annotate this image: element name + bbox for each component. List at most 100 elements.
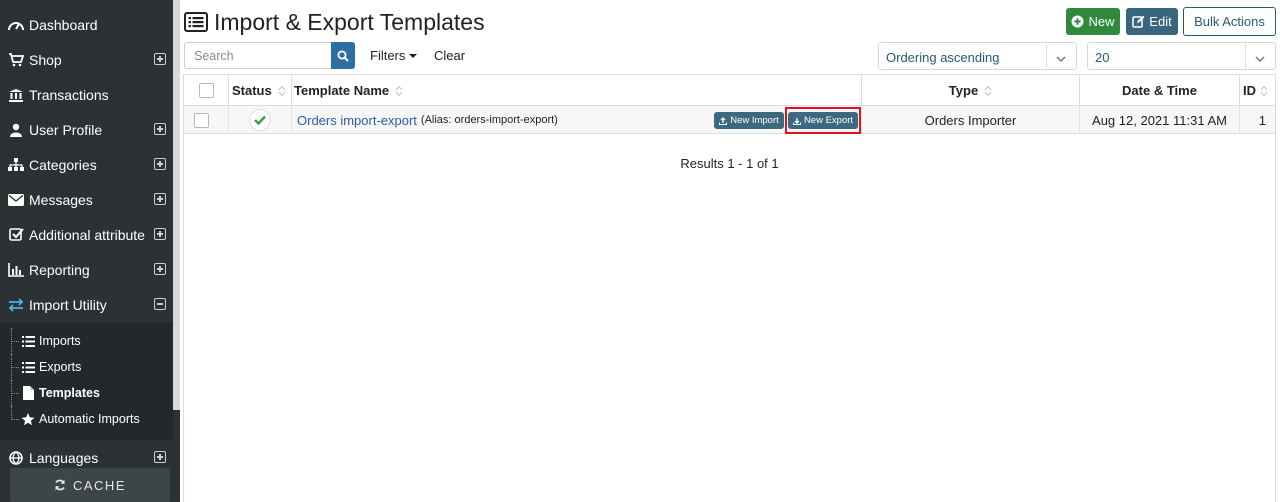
bank-icon: [7, 87, 25, 103]
select-all-cell: [184, 75, 229, 106]
sidebar-item-label: Languages: [29, 449, 99, 466]
date-time-cell: Aug 12, 2021 11:31 AM: [1080, 106, 1240, 134]
column-header-type[interactable]: Type: [862, 75, 1080, 106]
sort-icon: [278, 85, 286, 97]
column-header-status[interactable]: Status: [229, 75, 292, 106]
edit-button[interactable]: Edit: [1126, 8, 1178, 35]
sitemap-icon: [7, 157, 25, 173]
sidebar-item-label: Reporting: [29, 261, 90, 278]
check-square-icon: [7, 227, 25, 243]
page-title: Import & Export Templates: [184, 8, 485, 36]
plus-circle-icon: [1071, 15, 1084, 28]
chevron-down-icon: [1255, 51, 1265, 66]
new-button[interactable]: New: [1066, 8, 1120, 35]
search-input[interactable]: [184, 42, 331, 69]
row-select-cell: [184, 106, 229, 134]
list-icon: [21, 334, 35, 348]
sidebar: Dashboard Shop Transactions User Profile…: [0, 0, 180, 502]
expand-icon[interactable]: [154, 158, 166, 170]
sidebar-item-transactions[interactable]: Transactions: [0, 77, 173, 112]
sidebar-subitem-label: Exports: [39, 360, 82, 374]
check-icon: [254, 115, 266, 125]
file-icon: [21, 386, 35, 400]
dashboard-icon: [7, 17, 25, 33]
sort-icon: [1260, 85, 1268, 97]
sidebar-item-label: Categories: [29, 156, 97, 173]
sidebar-subitem-label: Imports: [39, 334, 81, 348]
import-utility-submenu: Imports Exports Templates Automatic Impo…: [0, 322, 173, 440]
sidebar-item-import-utility[interactable]: Import Utility: [0, 287, 173, 322]
published-status-button[interactable]: [249, 109, 271, 131]
template-alias: (Alias: orders-import-export): [420, 114, 558, 126]
expand-icon[interactable]: [154, 263, 166, 275]
sidebar-item-categories[interactable]: Categories: [0, 147, 173, 182]
cache-button[interactable]: CACHE: [10, 468, 170, 502]
sidebar-item-label: Dashboard: [29, 16, 98, 33]
exchange-icon: [7, 297, 25, 313]
sidebar-item-label: Additional attribute: [29, 226, 145, 243]
sidebar-subitem-label: Automatic Imports: [39, 412, 140, 426]
status-cell: [229, 106, 292, 134]
sidebar-item-user-profile[interactable]: User Profile: [0, 112, 173, 147]
clear-button[interactable]: Clear: [434, 48, 465, 63]
collapse-icon[interactable]: [154, 298, 166, 310]
new-button-label: New: [1088, 14, 1115, 29]
sidebar-item-label: Transactions: [29, 86, 109, 103]
column-header-label: Template Name: [294, 83, 390, 98]
limit-select[interactable]: 20: [1087, 42, 1276, 70]
bar-chart-icon: [7, 262, 25, 278]
search-button[interactable]: [331, 42, 355, 69]
sidebar-subitem-templates[interactable]: Templates: [0, 380, 173, 406]
sidebar-subitem-automatic-imports[interactable]: Automatic Imports: [0, 406, 173, 432]
column-header-label: Status: [232, 83, 272, 98]
limit-select-value: 20: [1095, 50, 1110, 65]
caret-down-icon: [409, 53, 418, 58]
list-alt-icon: [184, 12, 208, 32]
page-title-text: Import & Export Templates: [214, 8, 485, 35]
sidebar-item-dashboard[interactable]: Dashboard: [0, 7, 173, 42]
new-import-label: New Import: [730, 115, 779, 126]
table-header: Status Template Name Type Date & Time ID: [184, 75, 1275, 106]
expand-icon[interactable]: [154, 451, 166, 463]
sidebar-subitem-label: Templates: [39, 386, 100, 400]
type-cell: Orders Importer: [862, 106, 1080, 134]
row-checkbox[interactable]: [194, 112, 209, 128]
sidebar-subitem-exports[interactable]: Exports: [0, 354, 173, 380]
globe-icon: [7, 450, 25, 466]
sidebar-item-shop[interactable]: Shop: [0, 42, 173, 77]
expand-icon[interactable]: [154, 228, 166, 240]
expand-icon[interactable]: [154, 53, 166, 65]
column-header-id[interactable]: ID: [1240, 75, 1275, 106]
bulk-actions-button[interactable]: Bulk Actions: [1183, 7, 1276, 36]
sidebar-item-label: Messages: [29, 191, 93, 208]
sidebar-subitem-imports[interactable]: Imports: [0, 328, 173, 354]
refresh-icon: [54, 479, 66, 491]
column-header-label: Type: [948, 83, 979, 98]
column-header-label: Date & Time: [1122, 83, 1197, 98]
star-icon: [21, 412, 35, 426]
sidebar-item-additional-attribute[interactable]: Additional attribute: [0, 217, 173, 252]
sort-icon: [984, 85, 992, 97]
expand-icon[interactable]: [154, 123, 166, 135]
template-name-cell: Orders import-export (Alias: orders-impo…: [292, 106, 862, 134]
id-cell: 1: [1258, 112, 1266, 128]
filters-button[interactable]: Filters: [370, 48, 418, 63]
sidebar-item-label: Import Utility: [29, 296, 107, 313]
edit-icon: [1132, 15, 1145, 28]
new-import-button[interactable]: New Import: [714, 112, 784, 129]
column-header-template-name[interactable]: Template Name: [292, 75, 862, 106]
sidebar-scrollbar[interactable]: [173, 0, 180, 410]
sidebar-item-label: Shop: [29, 51, 62, 68]
filters-label: Filters: [370, 48, 406, 63]
sidebar-item-messages[interactable]: Messages: [0, 182, 173, 217]
sidebar-item-label: User Profile: [29, 121, 103, 138]
expand-icon[interactable]: [154, 193, 166, 205]
user-icon: [7, 122, 25, 138]
sidebar-item-reporting[interactable]: Reporting: [0, 252, 173, 287]
column-header-label: ID: [1243, 83, 1256, 98]
column-header-date-time[interactable]: Date & Time: [1080, 75, 1240, 106]
ordering-select[interactable]: Ordering ascending: [878, 42, 1077, 70]
template-name-link[interactable]: Orders import-export: [297, 113, 417, 128]
select-all-checkbox[interactable]: [198, 83, 214, 98]
table-row[interactable]: Orders import-export (Alias: orders-impo…: [184, 106, 1275, 134]
